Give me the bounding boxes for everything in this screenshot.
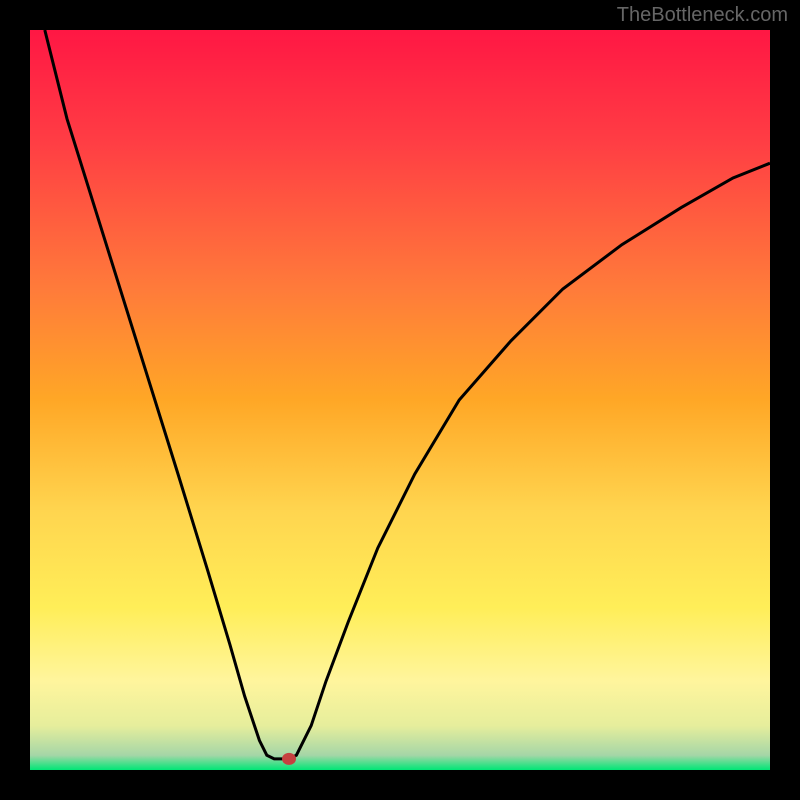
optimal-point-marker <box>282 753 296 765</box>
watermark-text: TheBottleneck.com <box>617 4 788 27</box>
chart-svg <box>30 30 770 770</box>
chart-plot-area <box>30 30 770 770</box>
gradient-background <box>30 30 770 770</box>
